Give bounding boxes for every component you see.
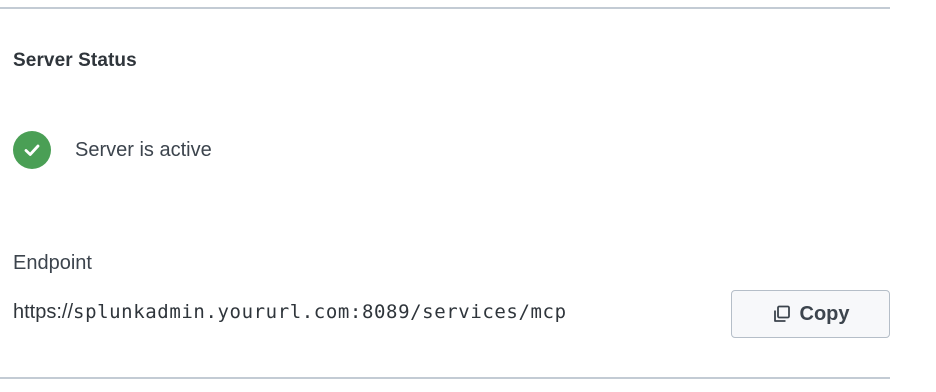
copy-button[interactable]: Copy <box>731 290 890 338</box>
copy-icon <box>772 304 792 324</box>
copy-button-label: Copy <box>799 302 850 325</box>
endpoint-url: https://splunkadmin.yoururl.com:8089/ser… <box>13 301 567 324</box>
server-status-row: Server is active <box>13 131 212 169</box>
bottom-divider <box>0 377 890 379</box>
server-status-text: Server is active <box>75 138 212 161</box>
check-circle-icon <box>13 131 51 169</box>
top-divider <box>0 7 890 9</box>
endpoint-url-path: splunkadmin.yoururl.com:8089/services/mc… <box>73 301 567 323</box>
endpoint-url-scheme: https:// <box>13 301 74 323</box>
endpoint-label: Endpoint <box>13 252 92 274</box>
section-title: Server Status <box>13 50 137 71</box>
